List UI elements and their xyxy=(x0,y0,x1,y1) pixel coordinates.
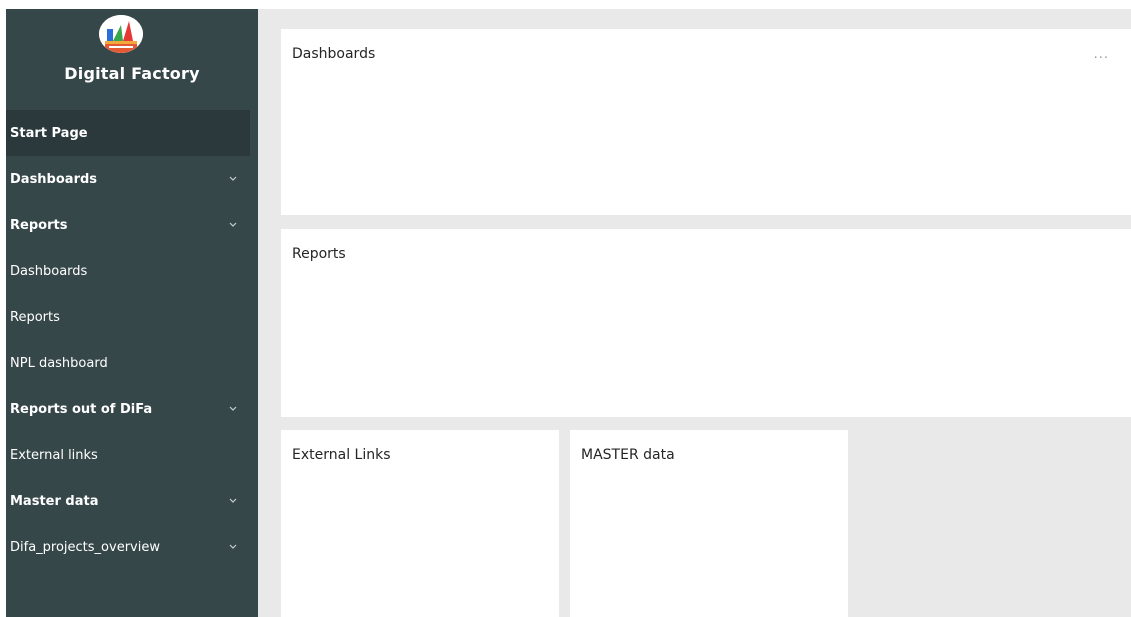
sidebar-item-difa-projects-overview[interactable]: Difa_projects_overview xyxy=(6,524,250,570)
sidebar-item-dashboards[interactable]: Dashboards xyxy=(6,248,250,294)
sidebar-item-label: Dashboards xyxy=(10,171,98,187)
sidebar-item-label: NPL dashboard xyxy=(10,355,108,371)
sidebar: Digital Factory Start Page Dashboards Re… xyxy=(6,9,258,617)
top-edge xyxy=(0,0,1131,9)
digital-factory-logo xyxy=(99,15,143,53)
sidebar-item-label: Reports xyxy=(10,309,60,325)
master-data-card[interactable]: MASTER data xyxy=(570,430,848,617)
sidebar-item-label: Master data xyxy=(10,493,99,509)
dashboards-card[interactable]: Dashboards ... xyxy=(281,29,1131,215)
external-links-card[interactable]: External Links xyxy=(281,430,559,617)
sidebar-item-start-page[interactable]: Start Page xyxy=(6,110,250,156)
sidebar-item-label: Dashboards xyxy=(10,263,88,279)
sidebar-item-reports-group[interactable]: Reports xyxy=(6,202,250,248)
sidebar-item-npl-dashboard[interactable]: NPL dashboard xyxy=(6,340,250,386)
sidebar-item-label: Reports xyxy=(10,217,68,233)
card-title: Dashboards xyxy=(292,46,376,62)
main-canvas: Dashboards ... Reports External Links MA… xyxy=(258,9,1131,617)
sidebar-item-reports[interactable]: Reports xyxy=(6,294,250,340)
sidebar-item-dashboards-group[interactable]: Dashboards xyxy=(6,156,250,202)
sidebar-item-reports-out-of-difa[interactable]: Reports out of DiFa xyxy=(6,386,250,432)
sidebar-item-external-links[interactable]: External links xyxy=(6,432,250,478)
chevron-down-icon[interactable] xyxy=(226,174,240,184)
more-options-icon[interactable]: ... xyxy=(1094,47,1109,62)
sidebar-item-label: External links xyxy=(10,447,98,463)
reports-card[interactable]: Reports xyxy=(281,229,1131,417)
sidebar-item-label: Reports out of DiFa xyxy=(10,401,153,417)
brand[interactable]: Digital Factory xyxy=(6,9,258,109)
chevron-down-icon[interactable] xyxy=(226,404,240,414)
app-title: Digital Factory xyxy=(64,64,200,83)
sidebar-item-label: Difa_projects_overview xyxy=(10,539,160,555)
chevron-down-icon[interactable] xyxy=(226,542,240,552)
chevron-down-icon[interactable] xyxy=(226,220,240,230)
card-title: MASTER data xyxy=(581,447,675,463)
sidebar-item-label: Start Page xyxy=(10,125,88,141)
card-title: Reports xyxy=(292,246,346,262)
card-title: External Links xyxy=(292,447,391,463)
sidebar-item-master-data[interactable]: Master data xyxy=(6,478,250,524)
sidebar-nav: Start Page Dashboards Reports Dashboards… xyxy=(6,110,258,570)
chevron-down-icon[interactable] xyxy=(226,496,240,506)
